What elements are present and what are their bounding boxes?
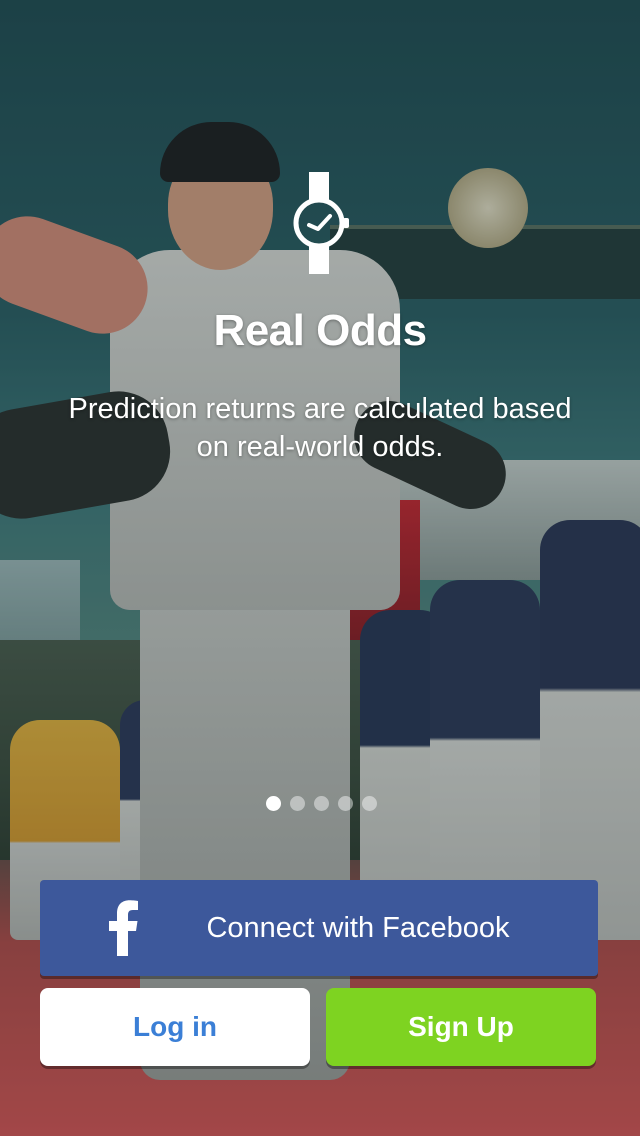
- page-indicator[interactable]: [266, 796, 377, 812]
- page-dot-5[interactable]: [362, 796, 377, 811]
- connect-facebook-button[interactable]: Connect with Facebook: [40, 880, 598, 976]
- connect-facebook-label: Connect with Facebook: [206, 911, 510, 944]
- signup-button[interactable]: Sign Up: [326, 988, 596, 1066]
- page-description: Prediction returns are calculated based …: [68, 393, 572, 463]
- page-dot-4[interactable]: [338, 796, 353, 811]
- login-button[interactable]: Log in: [40, 988, 310, 1066]
- page-dot-1[interactable]: [266, 796, 281, 811]
- onboarding-screen: Real Odds Prediction returns are calcula…: [0, 0, 640, 1136]
- watch-icon: [293, 172, 349, 274]
- page-dot-2[interactable]: [290, 796, 305, 811]
- page-title: Real Odds: [213, 306, 427, 355]
- page-dot-3[interactable]: [314, 796, 329, 811]
- facebook-icon: [109, 900, 138, 956]
